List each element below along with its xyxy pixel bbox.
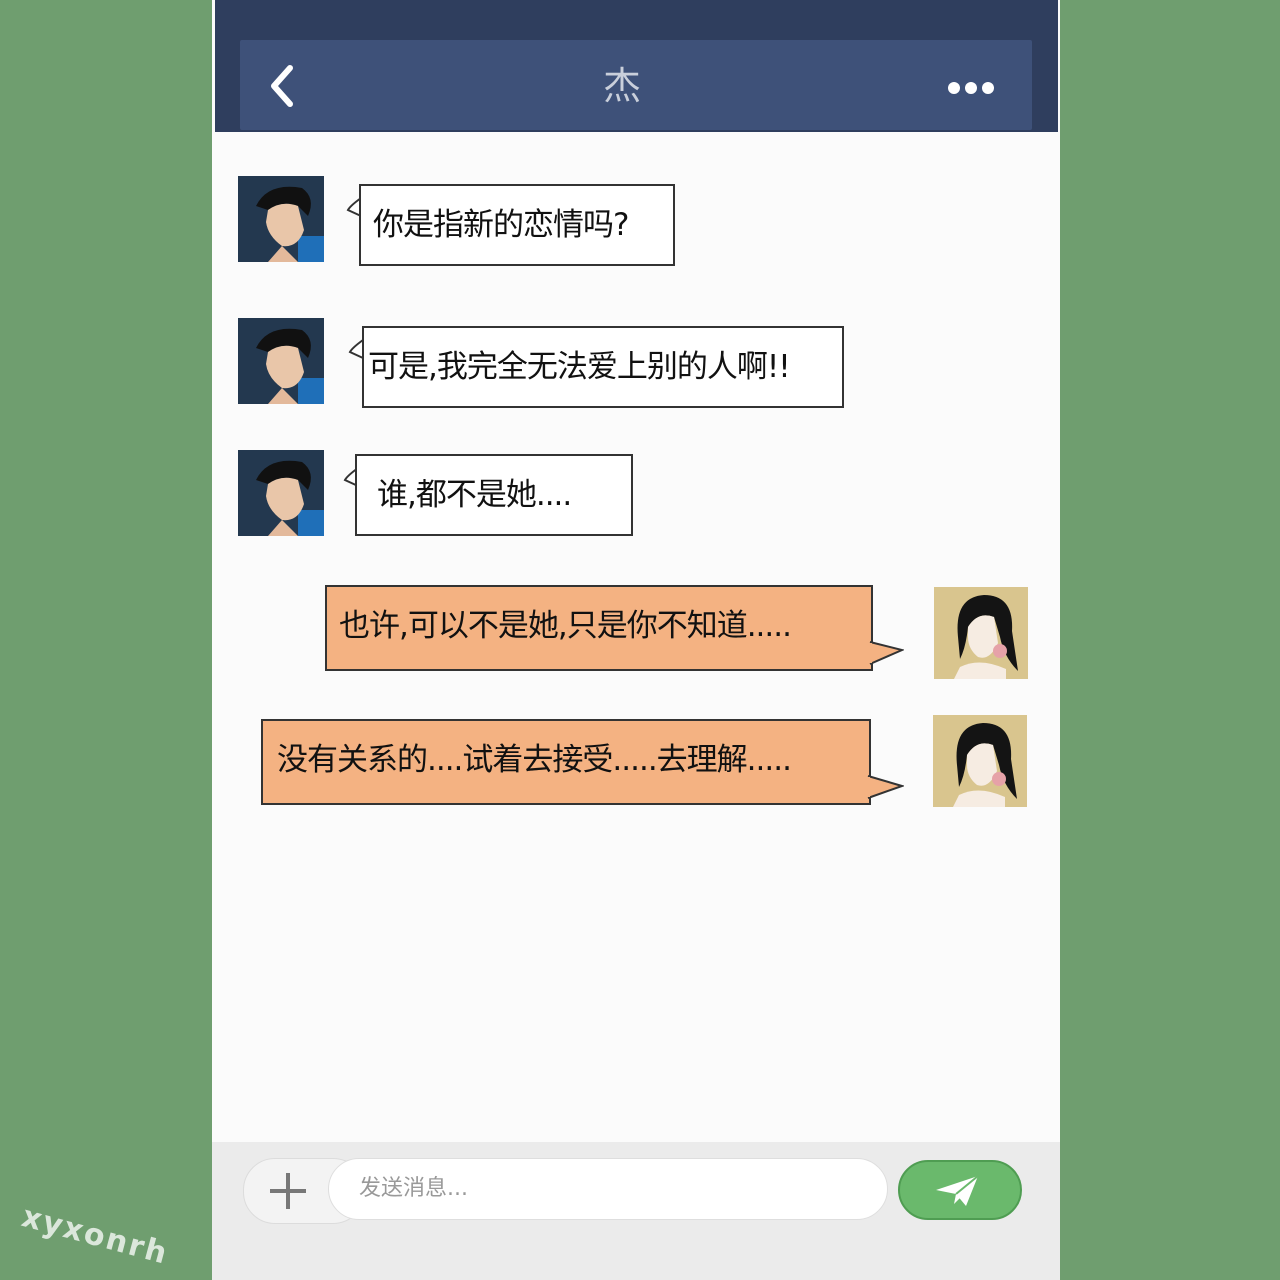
send-button[interactable] [898,1160,1022,1220]
message-bubble: 可是,我完全无法爱上别的人啊!! [362,326,844,408]
paper-plane-icon [936,1175,979,1206]
my-message-bubble: 也许,可以不是她,只是你不知道..... [325,585,873,671]
bubble-tail [866,775,904,799]
man-avatar-icon [238,318,324,404]
message-bubble: 谁,都不是她.... [355,454,633,536]
woman-avatar-icon [933,715,1027,807]
my-message-bubble: 没有关系的....试着去接受.....去理解..... [261,719,871,805]
message-bubble: 你是指新的恋情吗? [359,184,675,266]
more-dots-icon [948,82,994,94]
chevron-left-icon [271,65,293,107]
message-input[interactable]: 发送消息... [328,1158,888,1220]
contact-avatar[interactable] [238,318,324,404]
my-avatar[interactable] [934,587,1028,679]
my-avatar[interactable] [933,715,1027,807]
plus-icon [270,1173,306,1209]
more-button[interactable] [944,74,998,102]
chat-title: 杰 [602,64,641,108]
watermark: xyxonrh [18,1199,173,1272]
man-avatar-icon [238,450,324,536]
bubble-tail [868,641,904,665]
man-avatar-icon [238,176,324,262]
contact-avatar[interactable] [238,176,324,262]
woman-avatar-icon [934,587,1028,679]
back-button[interactable] [268,64,298,108]
contact-avatar[interactable] [238,450,324,536]
